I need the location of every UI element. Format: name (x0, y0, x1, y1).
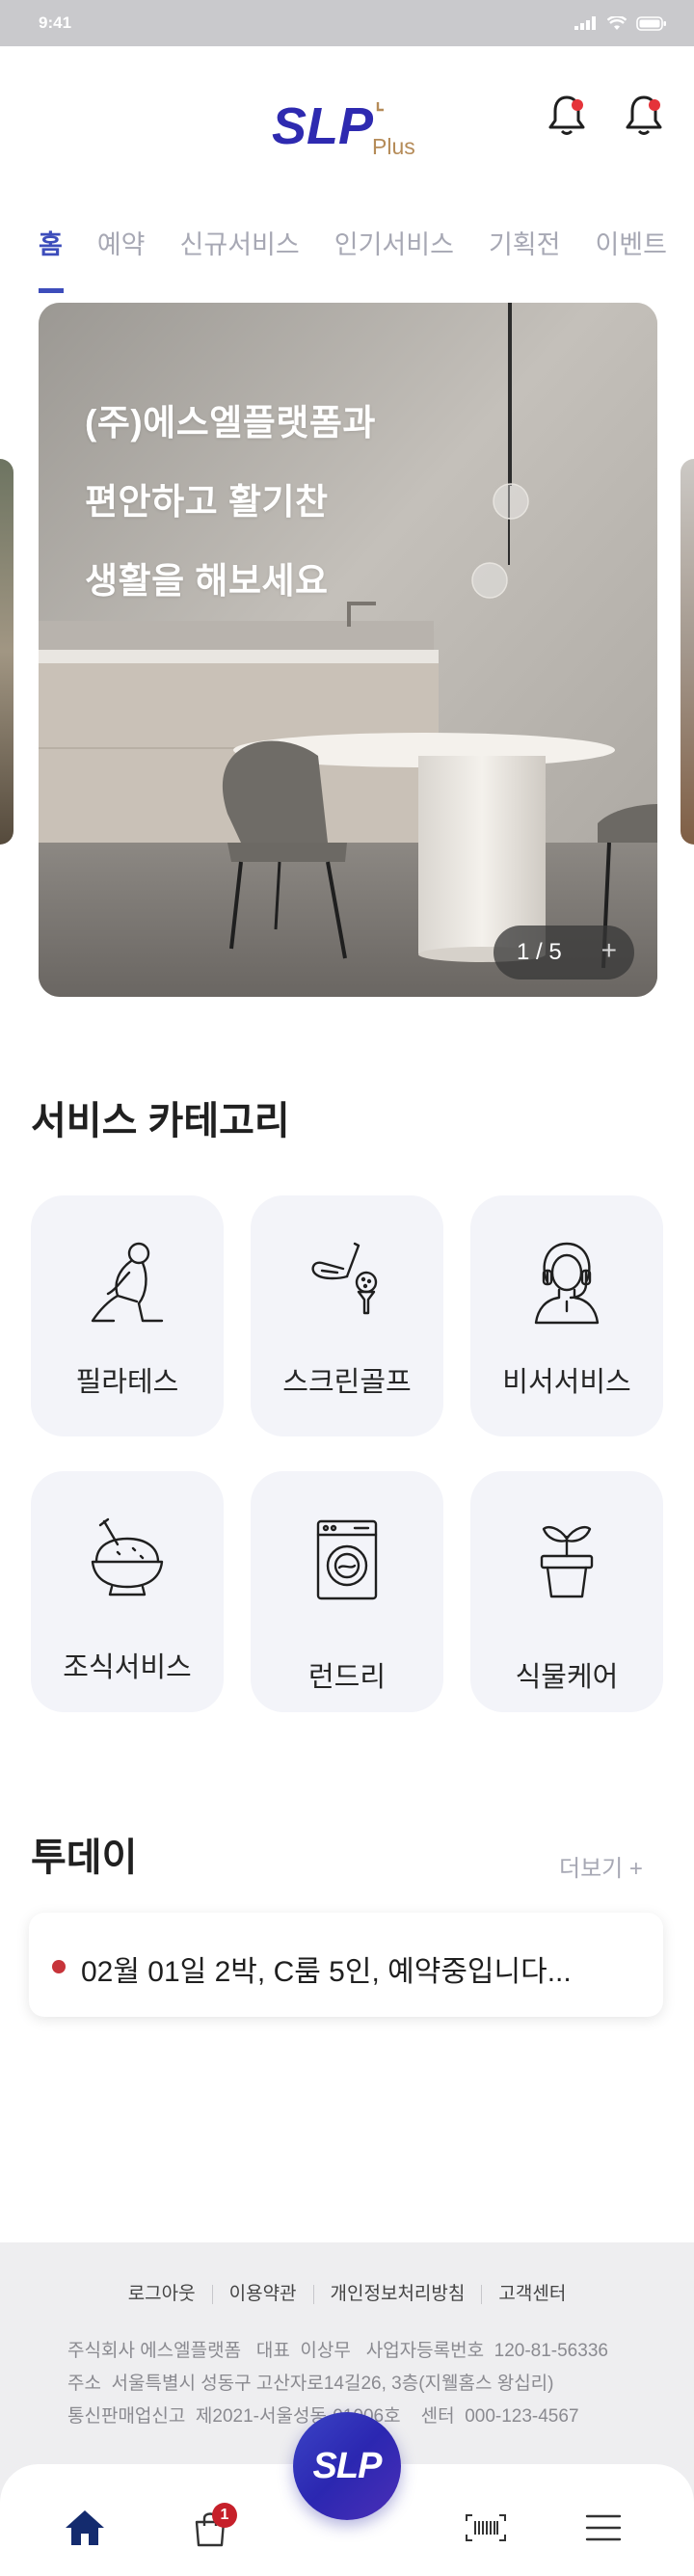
company-info-line: 주식회사 에스엘플랫폼 대표 이상무 사업자등록번호 120-81-56336 (67, 2341, 608, 2361)
status-icons (574, 15, 667, 31)
wifi-icon (607, 15, 627, 30)
tab-events[interactable]: 이벤트 (595, 218, 667, 293)
category-card-screen-golf[interactable]: 스크린골프 (251, 1195, 443, 1436)
notification-bell-button[interactable] (542, 90, 592, 140)
nav-cart-button[interactable]: 1 (183, 2501, 237, 2555)
today-item-text: 02월 01일 2박, C룸 5인, 예약중입니다... (81, 1956, 572, 1988)
home-icon (66, 2510, 104, 2545)
barcode-icon (466, 2514, 506, 2541)
slp-plus-logo[interactable]: SLP Plus (270, 79, 424, 166)
nav-barcode-button[interactable] (459, 2501, 513, 2555)
tab-promotions[interactable]: 기획전 (489, 218, 561, 293)
category-tabs: 홈 예약 신규서비스 인기서비스 기획전 이벤트 (0, 218, 694, 293)
category-label: 조식서비스 (63, 1652, 192, 1683)
alerts-bell-button[interactable] (619, 90, 669, 140)
category-card-pilates[interactable]: 필라테스 (31, 1195, 224, 1436)
category-label: 필라테스 (75, 1367, 179, 1398)
category-card-secretary[interactable]: 비서서비스 (470, 1195, 663, 1436)
today-title: 투데이 (31, 1837, 138, 1879)
cart-badge: 1 (212, 2503, 237, 2528)
service-categories-title: 서비스 카테고리 (31, 1100, 290, 1142)
status-time: 9:41 (39, 13, 72, 32)
secretary-icon (534, 1242, 600, 1325)
tab-popular-services[interactable]: 인기서비스 (334, 218, 454, 293)
footer-link-logout[interactable]: 로그아웃 (112, 2279, 212, 2305)
status-bar: 9:41 (0, 0, 694, 46)
banner-line-2: 편안하고 활기찬 (85, 482, 329, 522)
banner-headline: (주)에스엘플랫폼과 편안하고 활기찬 생활을 해보세요 (85, 384, 490, 621)
breakfast-icon (91, 1517, 164, 1597)
category-card-laundry[interactable]: 런드리 (251, 1471, 443, 1712)
banner-carousel[interactable]: (주)에스엘플랫폼과 편안하고 활기찬 생활을 해보세요 1 / 5 + (39, 303, 657, 997)
banner-line-1: (주)에스엘플랫폼과 (85, 403, 376, 443)
category-card-breakfast[interactable]: 조식서비스 (31, 1471, 224, 1712)
fab-label: SLP (312, 2445, 383, 2486)
company-info-line: 주소 서울특별시 성동구 고산자로14길26, 3층(지웰홈스 왕십리) (67, 2374, 554, 2394)
signal-icon (574, 16, 596, 30)
slp-fab-button[interactable]: SLP (293, 2412, 401, 2520)
plant-icon (540, 1525, 594, 1598)
pilates-icon (91, 1242, 164, 1323)
today-reservation-card[interactable]: 02월 01일 2박, C룸 5인, 예약중입니다... (29, 1913, 663, 2017)
carousel-prev-slide[interactable] (0, 459, 13, 845)
category-label: 비서서비스 (502, 1367, 631, 1398)
category-label: 식물케어 (515, 1662, 619, 1693)
laundry-icon (316, 1519, 378, 1600)
nav-home-button[interactable] (58, 2501, 112, 2555)
carousel-pager-button[interactable]: 1 / 5 + (494, 926, 634, 979)
svg-text:SLP: SLP (272, 97, 374, 155)
tab-home[interactable]: 홈 (39, 218, 64, 293)
footer-link-terms[interactable]: 이용약관 (213, 2279, 313, 2305)
app-header: SLP Plus (0, 46, 694, 201)
pager-count: 1 / 5 (517, 939, 562, 965)
menu-icon (585, 2514, 622, 2541)
notification-dot (572, 99, 583, 111)
footer-link-support[interactable]: 고객센터 (482, 2279, 582, 2305)
carousel-next-slide[interactable] (681, 459, 694, 845)
battery-icon (636, 15, 666, 31)
status-dot (52, 1960, 66, 1973)
plus-icon: + (601, 935, 617, 965)
golf-icon (311, 1242, 378, 1315)
category-label: 런드리 (307, 1662, 387, 1693)
nav-menu-button[interactable] (576, 2501, 630, 2555)
category-card-plant-care[interactable]: 식물케어 (470, 1471, 663, 1712)
notification-dot (649, 99, 660, 111)
tab-reservation[interactable]: 예약 (97, 218, 146, 293)
category-label: 스크린골프 (282, 1367, 412, 1398)
footer-link-privacy[interactable]: 개인정보처리방침 (314, 2279, 482, 2305)
svg-text:Plus: Plus (372, 134, 415, 159)
banner-line-3: 생활을 해보세요 (85, 561, 329, 601)
footer-links: 로그아웃 이용약관 개인정보처리방침 고객센터 (0, 2279, 694, 2305)
today-more-link[interactable]: 더보기 + (559, 1849, 643, 1883)
tab-new-services[interactable]: 신규서비스 (180, 218, 300, 293)
